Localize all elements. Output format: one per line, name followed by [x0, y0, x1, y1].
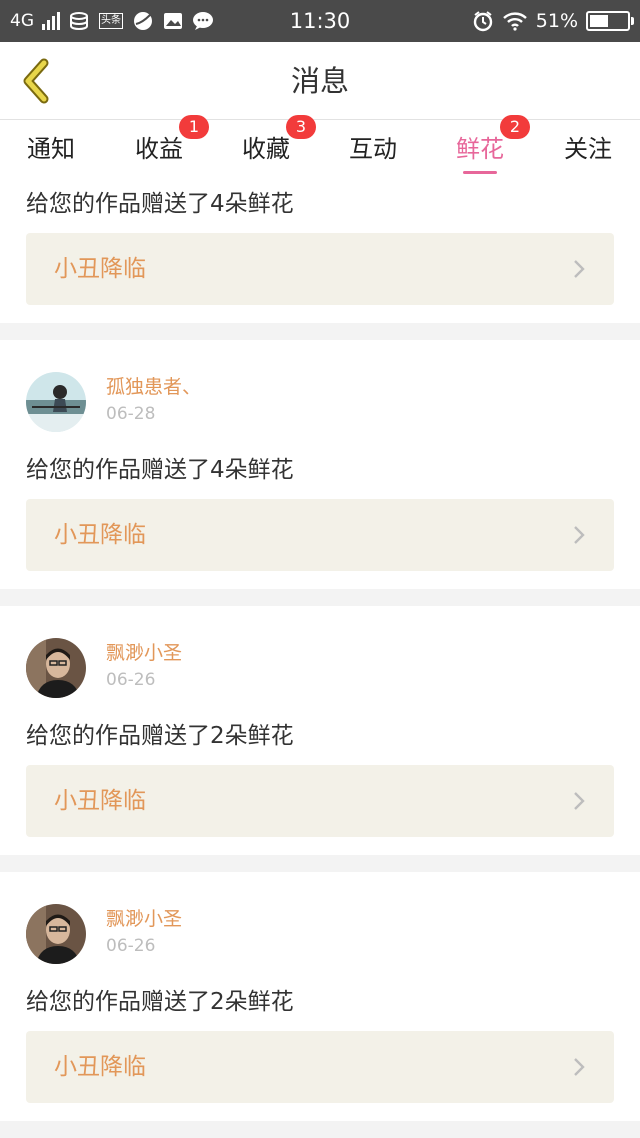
message-card: 飘渺小圣 06-26 给您的作品赠送了2朵鲜花 小丑降临: [0, 872, 640, 1121]
work-link[interactable]: 小丑降临: [26, 765, 614, 837]
battery-fill: [590, 15, 609, 27]
message-text: 给您的作品赠送了2朵鲜花: [26, 989, 294, 1015]
message-card: 孤独患者、 06-28 给您的作品赠送了4朵鲜花 小丑降临: [0, 340, 640, 589]
message-card: 飘渺小圣 06-26 给您的作品赠送了2朵鲜花 小丑降临: [0, 606, 640, 855]
sender-name[interactable]: 孤独患者、: [106, 372, 201, 399]
sender-name[interactable]: 飘渺小圣: [106, 904, 182, 931]
chevron-right-icon: [574, 260, 585, 278]
battery-percent: 51%: [535, 10, 578, 32]
page-title: 消息: [290, 64, 349, 98]
message-card: 给您的作品赠送了4朵鲜花 小丑降临: [0, 178, 640, 323]
tab-label: 互动: [349, 135, 397, 163]
work-link[interactable]: 小丑降临: [26, 233, 614, 305]
tab-earnings[interactable]: 收益 1: [133, 115, 209, 178]
work-link[interactable]: 小丑降临: [26, 499, 614, 571]
chevron-right-icon: [574, 526, 585, 544]
work-title: 小丑降临: [54, 522, 146, 548]
tab-label: 鲜花: [456, 135, 504, 163]
tab-notice[interactable]: 通知: [25, 120, 77, 178]
message-date: 06-28: [106, 404, 156, 424]
tab-follow[interactable]: 关注: [562, 120, 614, 178]
tab-label: 关注: [564, 135, 612, 163]
unread-badge: 3: [286, 115, 316, 139]
work-title: 小丑降临: [54, 256, 146, 282]
unread-badge: 2: [500, 115, 530, 139]
message-date: 06-26: [106, 670, 156, 690]
chevron-right-icon: [574, 792, 585, 810]
tab-flowers[interactable]: 鲜花 2: [454, 115, 530, 178]
status-bar: 4G 头条 11:30 51%: [0, 0, 640, 42]
avatar[interactable]: [26, 904, 86, 964]
nav-header: 消息: [0, 42, 640, 120]
flower-message-list[interactable]: 给您的作品赠送了4朵鲜花 小丑降临 孤独患者、 06-28 给您的作品赠送了4朵…: [0, 178, 640, 1138]
avatar[interactable]: [26, 372, 86, 432]
tab-favorites[interactable]: 收藏 3: [240, 115, 316, 178]
message-text: 给您的作品赠送了4朵鲜花: [26, 191, 294, 217]
tab-label: 通知: [27, 135, 75, 163]
avatar[interactable]: [26, 638, 86, 698]
tab-label: 收益: [135, 135, 183, 163]
tab-label: 收藏: [242, 135, 290, 163]
tab-interaction[interactable]: 互动: [347, 120, 399, 178]
unread-badge: 1: [179, 115, 209, 139]
alarm-icon: [472, 11, 494, 32]
active-tab-indicator: [463, 171, 497, 174]
chevron-right-icon: [574, 1058, 585, 1076]
message-text: 给您的作品赠送了2朵鲜花: [26, 723, 294, 749]
work-title: 小丑降临: [54, 788, 146, 814]
sender-name[interactable]: 飘渺小圣: [106, 638, 182, 665]
work-title: 小丑降临: [54, 1054, 146, 1080]
wifi-icon: [502, 12, 528, 31]
message-text: 给您的作品赠送了4朵鲜花: [26, 457, 294, 483]
status-right: 51%: [472, 0, 634, 42]
battery-icon: [586, 11, 634, 31]
message-date: 06-26: [106, 936, 156, 956]
work-link[interactable]: 小丑降临: [26, 1031, 614, 1103]
tab-bar: 通知 收益 1 收藏 3 互动 鲜花 2 关注: [0, 115, 640, 178]
